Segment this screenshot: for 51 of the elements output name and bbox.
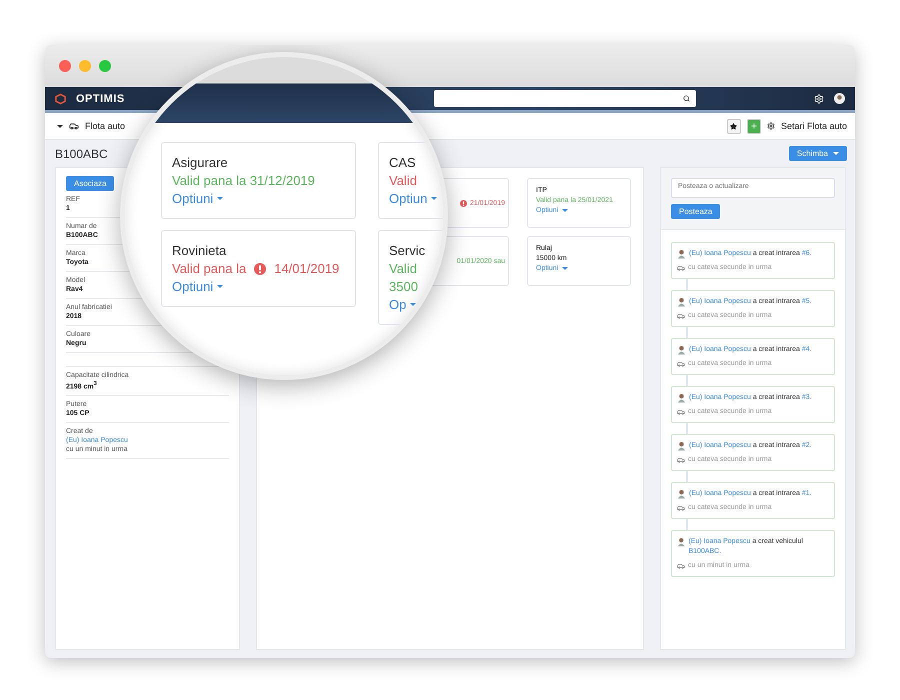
plus-icon <box>750 122 758 130</box>
card-title: CAS <box>389 155 416 170</box>
logo: OPTIMIS <box>76 92 125 104</box>
settings-link[interactable]: Setari Flota auto <box>780 121 847 131</box>
validity-status: Valid <box>389 173 417 188</box>
search-icon <box>683 95 690 102</box>
caret-icon[interactable] <box>57 124 63 128</box>
star-icon <box>730 122 738 130</box>
card-title: Servic <box>389 243 426 258</box>
options-dropdown[interactable]: Optiun <box>389 191 438 206</box>
vehicle-title: B100ABC <box>55 146 108 160</box>
options-dropdown[interactable]: Op <box>389 297 416 312</box>
warning-icon <box>460 200 467 206</box>
warning-icon <box>254 262 266 274</box>
associate-button[interactable]: Asociaza <box>66 176 114 191</box>
car-icon <box>677 456 685 464</box>
car-icon <box>677 562 685 570</box>
options-dropdown[interactable]: Optiuni <box>172 191 224 206</box>
close-icon[interactable] <box>59 60 71 72</box>
post-button[interactable]: Posteaza <box>671 204 720 219</box>
avatar-icon <box>677 345 686 355</box>
change-button[interactable]: Schimba <box>788 146 847 161</box>
validity-status: Valid pana la 31/12/2019 <box>172 173 315 188</box>
add-button[interactable] <box>746 118 761 134</box>
car-icon <box>677 504 685 512</box>
logo-icon <box>55 92 66 104</box>
car-icon <box>677 312 685 320</box>
avatar-icon <box>677 441 686 451</box>
expiry-date: 14/01/2019 <box>274 261 340 276</box>
search-field[interactable] <box>434 90 696 107</box>
card-title: Rovinieta <box>172 243 226 258</box>
section-title: Flota auto <box>85 121 126 131</box>
favorite-button[interactable] <box>726 118 741 134</box>
car-icon <box>69 121 79 131</box>
settings-icon[interactable] <box>814 94 824 104</box>
validity-status: Valid pana la 14/01/2019 <box>172 261 340 276</box>
car-icon <box>677 408 685 416</box>
mileage-limit: 3500 <box>389 279 418 294</box>
options-dropdown[interactable]: Optiuni <box>172 279 224 294</box>
car-icon <box>677 360 685 368</box>
car-icon <box>677 264 685 272</box>
avatar-icon <box>677 297 686 307</box>
avatar-icon[interactable] <box>834 93 845 104</box>
avatar-icon <box>677 489 686 499</box>
validity-status: Valid <box>389 261 417 276</box>
maximize-icon[interactable] <box>99 60 111 72</box>
card-title: Asigurare <box>172 155 228 170</box>
avatar-icon <box>677 393 686 403</box>
avatar-icon <box>677 537 686 547</box>
settings-icon <box>766 122 775 130</box>
avatar-icon <box>677 249 686 259</box>
